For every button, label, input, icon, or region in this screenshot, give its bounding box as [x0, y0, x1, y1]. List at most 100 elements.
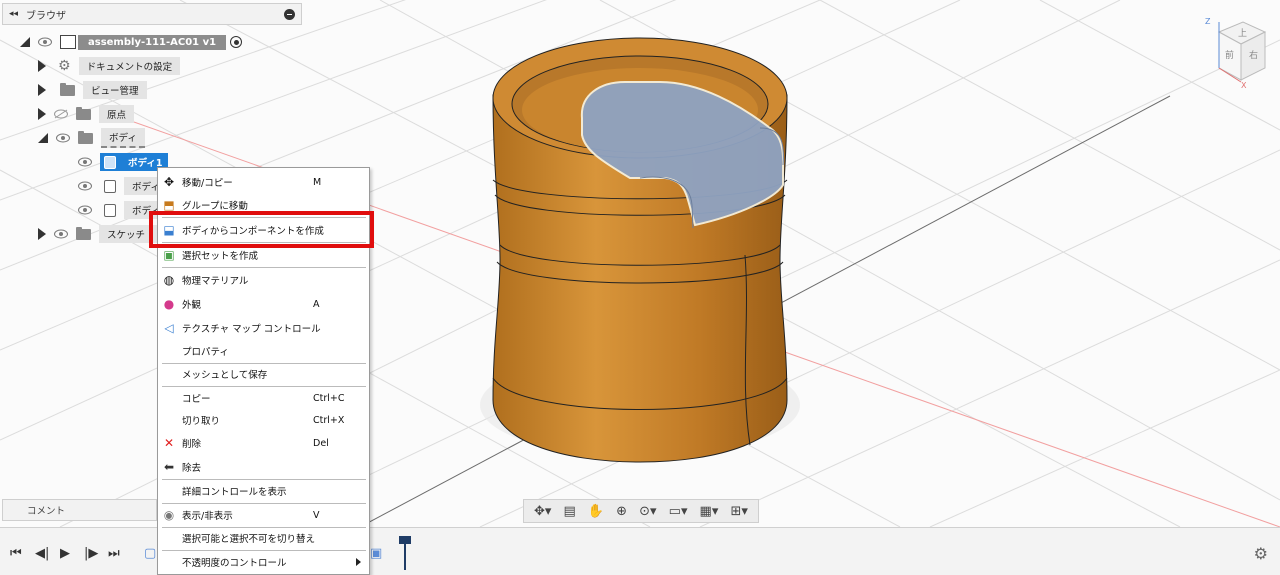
menu-item-cut[interactable]: 切り取り Ctrl+X	[158, 409, 369, 431]
body-icon	[104, 155, 116, 169]
timeline-marker-stem	[404, 542, 406, 570]
menu-label: グループに移動	[182, 201, 248, 212]
zoom-icon[interactable]: ⊕	[616, 504, 627, 519]
menu-item-save-as-mesh[interactable]: メッシュとして保存	[158, 363, 369, 385]
fit-icon[interactable]: ⊙▾	[639, 504, 656, 519]
browser-header[interactable]: ◂◂ ブラウザ	[2, 3, 302, 25]
tree-item-view-management[interactable]: ビュー管理	[38, 80, 147, 100]
folder-icon	[76, 106, 91, 120]
folder-icon	[60, 82, 75, 96]
assembly-icon	[60, 35, 76, 49]
highlight-box	[149, 211, 374, 248]
menu-label: メッシュとして保存	[182, 370, 268, 381]
folder-icon	[76, 226, 91, 240]
menu-shortcut: V	[313, 509, 320, 521]
menu-item-opacity-control[interactable]: 不透明度のコントロール	[158, 551, 369, 573]
tree-item-body1[interactable]: ボディ1	[78, 152, 169, 172]
comment-panel[interactable]: コメント	[2, 499, 157, 521]
tree-item-document-settings[interactable]: ⚙ ドキュメントの設定	[38, 56, 181, 76]
body-icon	[104, 179, 116, 193]
gear-icon: ⚙	[58, 58, 71, 74]
menu-shortcut: Ctrl+X	[313, 414, 345, 426]
tree-item-origin[interactable]: 原点	[38, 104, 135, 124]
play-icon[interactable]: ▶	[60, 546, 70, 561]
menu-shortcut: A	[313, 298, 320, 310]
eye-icon: ◉	[163, 508, 175, 522]
texture-icon: ◁	[164, 321, 174, 335]
menu-label: 物理マテリアル	[182, 276, 249, 287]
menu-shortcut: Ctrl+C	[313, 392, 345, 404]
visibility-eye-icon[interactable]	[56, 133, 70, 143]
menu-label: コピー	[182, 394, 211, 405]
selection-set-icon: ▣	[163, 248, 175, 262]
menu-item-move-copy[interactable]: ✥ 移動/コピー M	[158, 171, 369, 193]
collapse-browser-icon[interactable]: ◂◂	[9, 9, 18, 19]
menu-label: 移動/コピー	[182, 178, 233, 189]
delete-icon: ✕	[163, 436, 175, 450]
axis-z-label: Z	[1205, 17, 1211, 26]
hidden-eye-icon[interactable]	[54, 109, 68, 119]
step-forward-icon[interactable]: |▶	[84, 546, 98, 561]
visibility-eye-icon[interactable]	[78, 157, 92, 167]
expand-root-icon[interactable]	[20, 37, 30, 47]
tree-item-label: ボディ	[101, 128, 145, 148]
visibility-eye-icon[interactable]	[54, 229, 68, 239]
material-icon: ◍	[163, 273, 175, 287]
view-cube[interactable]: 上 前 右 Z X	[1205, 14, 1269, 90]
viewports-icon[interactable]: ⊞▾	[730, 504, 747, 519]
menu-label: 除去	[182, 463, 202, 474]
menu-label: 切り取り	[182, 416, 221, 427]
collapse-icon[interactable]	[38, 133, 48, 143]
look-at-icon[interactable]: ▤	[564, 504, 576, 519]
body-icon	[104, 203, 116, 217]
tree-item-bodies[interactable]: ボディ	[38, 128, 145, 148]
comment-label: コメント	[27, 506, 66, 517]
menu-label: 選択セットを作成	[182, 251, 259, 262]
menu-label: 表示/非表示	[182, 511, 233, 522]
root-label[interactable]: assembly-111-AC01 v1	[78, 34, 227, 50]
axis-x-label: X	[1241, 81, 1247, 90]
tree-item-label: ビュー管理	[83, 81, 147, 99]
visibility-eye-icon[interactable]	[78, 205, 92, 215]
menu-label: プロパティ	[182, 347, 229, 358]
menu-item-show-hide[interactable]: ◉ 表示/非表示 V	[158, 504, 369, 526]
timeline-settings-gear-icon[interactable]: ⚙	[1254, 544, 1268, 563]
visibility-eye-icon[interactable]	[78, 181, 92, 191]
minimize-icon[interactable]	[284, 9, 295, 20]
group-icon: ⬒	[163, 198, 175, 212]
menu-item-texture-map-controls[interactable]: ◁ テクスチャ マップ コントロール	[158, 317, 369, 339]
timeline-feature-icon[interactable]: ▢	[144, 546, 156, 561]
grid-settings-icon[interactable]: ▦▾	[700, 504, 719, 519]
cube-front-label: 前	[1225, 49, 1234, 61]
submenu-arrow-icon	[356, 558, 361, 566]
activate-radio-icon[interactable]	[230, 36, 243, 48]
menu-item-show-detail-controls[interactable]: 詳細コントロールを表示	[158, 480, 369, 502]
tree-root[interactable]: assembly-111-AC01 v1	[20, 32, 243, 52]
menu-item-copy[interactable]: コピー Ctrl+C	[158, 387, 369, 409]
expand-icon[interactable]	[38, 228, 46, 240]
go-to-end-icon[interactable]: ⏭	[108, 546, 120, 561]
go-to-start-icon[interactable]: ⏮	[10, 546, 22, 561]
step-back-icon[interactable]: ◀|	[35, 546, 49, 561]
visibility-eye-icon[interactable]	[38, 37, 52, 47]
appearance-icon: ●	[163, 297, 175, 311]
menu-item-remove[interactable]: ⬅ 除去	[158, 456, 369, 478]
timeline-feature-icon-2[interactable]: ▣	[370, 546, 382, 561]
menu-label: 選択可能と選択不可を切り替え	[182, 534, 316, 545]
orbit-icon[interactable]: ✥▾	[534, 504, 551, 519]
menu-item-toggle-selectable[interactable]: 選択可能と選択不可を切り替え	[158, 527, 369, 549]
menu-item-physical-material[interactable]: ◍ 物理マテリアル	[158, 269, 369, 291]
menu-item-delete[interactable]: ✕ 削除 Del	[158, 432, 369, 454]
expand-icon[interactable]	[38, 84, 46, 96]
expand-icon[interactable]	[38, 108, 46, 120]
menu-label: 詳細コントロールを表示	[182, 487, 287, 498]
pan-hand-icon[interactable]: ✋	[588, 504, 604, 519]
display-settings-icon[interactable]: ▭▾	[669, 504, 688, 519]
menu-shortcut: M	[313, 176, 322, 188]
navigation-toolbar: ✥▾ ▤ ✋ ⊕ ⊙▾ ▭▾ ▦▾ ⊞▾	[523, 499, 759, 523]
expand-icon[interactable]	[38, 60, 46, 72]
menu-label: テクスチャ マップ コントロール	[182, 324, 321, 335]
menu-item-properties[interactable]: プロパティ	[158, 340, 369, 362]
menu-label: 外観	[182, 300, 202, 311]
menu-item-appearance[interactable]: ● 外観 A	[158, 293, 369, 315]
